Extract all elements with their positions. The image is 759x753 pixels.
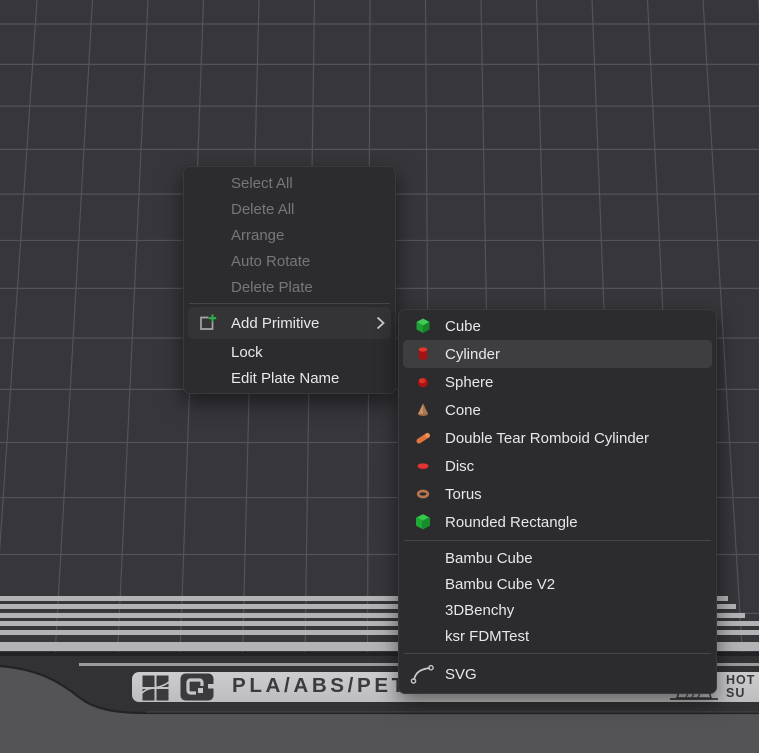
add-primitive-submenu: Cube Cylinder Sphere bbox=[398, 309, 717, 694]
submenu-item-3dbenchy[interactable]: 3DBenchy bbox=[399, 597, 716, 623]
submenu-item-disc[interactable]: Disc bbox=[399, 452, 716, 480]
menu-item-label: Add Primitive bbox=[231, 315, 319, 332]
submenu-item-label: Bambu Cube V2 bbox=[445, 576, 555, 593]
viewport-3d[interactable]: PLA/ABS/PETG HOT SU Select All Delete Al… bbox=[0, 0, 759, 753]
submenu-item-label: Sphere bbox=[445, 374, 493, 391]
menu-item-add-primitive[interactable]: Add Primitive bbox=[188, 307, 391, 339]
submenu-item-torus[interactable]: Torus bbox=[399, 480, 716, 508]
menu-item-delete-all[interactable]: Delete All bbox=[184, 196, 395, 222]
menu-item-label: Edit Plate Name bbox=[231, 370, 339, 387]
menu-item-label: Arrange bbox=[231, 227, 284, 244]
menu-item-label: Select All bbox=[231, 175, 293, 192]
submenu-item-bambu-cube[interactable]: Bambu Cube bbox=[399, 545, 716, 571]
chevron-right-icon bbox=[376, 316, 385, 330]
submenu-item-svg[interactable]: SVG bbox=[399, 658, 716, 690]
disc-icon bbox=[413, 457, 433, 475]
menu-separator bbox=[404, 653, 711, 654]
submenu-item-label: Cube bbox=[445, 318, 481, 335]
menu-item-select-all[interactable]: Select All bbox=[184, 170, 395, 196]
plate-badge-icon bbox=[180, 673, 214, 701]
hot-surface-warning-text: HOT SU bbox=[726, 674, 759, 700]
submenu-item-label: Disc bbox=[445, 458, 474, 475]
menu-item-delete-plate[interactable]: Delete Plate bbox=[184, 274, 395, 300]
menu-item-lock[interactable]: Lock bbox=[184, 339, 395, 365]
bezier-curve-icon bbox=[410, 664, 434, 685]
submenu-item-label: Cylinder bbox=[445, 346, 500, 363]
submenu-item-rounded-rectangle[interactable]: Rounded Rectangle bbox=[399, 508, 716, 536]
submenu-item-label: Bambu Cube bbox=[445, 550, 533, 567]
cube-icon bbox=[413, 317, 433, 335]
menu-item-label: Delete All bbox=[231, 201, 294, 218]
submenu-item-label: Cone bbox=[445, 402, 481, 419]
cylinder-icon bbox=[413, 345, 433, 363]
submenu-item-label: Torus bbox=[445, 486, 482, 503]
submenu-item-cylinder[interactable]: Cylinder bbox=[403, 340, 712, 368]
double-tear-romboid-cylinder-icon bbox=[413, 429, 433, 447]
submenu-item-label: Double Tear Romboid Cylinder bbox=[445, 430, 649, 447]
menu-item-auto-rotate[interactable]: Auto Rotate bbox=[184, 248, 395, 274]
submenu-item-ksr-fdmtest[interactable]: ksr FDMTest bbox=[399, 623, 716, 649]
menu-item-label: Lock bbox=[231, 344, 263, 361]
bambu-logo-icon bbox=[142, 675, 169, 701]
rounded-rectangle-icon bbox=[413, 513, 433, 531]
menu-item-label: Auto Rotate bbox=[231, 253, 310, 270]
submenu-item-label: Rounded Rectangle bbox=[445, 514, 578, 531]
menu-item-edit-plate-name[interactable]: Edit Plate Name bbox=[184, 365, 395, 391]
menu-separator bbox=[189, 303, 390, 304]
menu-separator bbox=[404, 540, 711, 541]
torus-icon bbox=[413, 485, 433, 503]
submenu-item-label: ksr FDMTest bbox=[445, 628, 529, 645]
submenu-item-double-tear-romboid-cylinder[interactable]: Double Tear Romboid Cylinder bbox=[399, 424, 716, 452]
menu-item-arrange[interactable]: Arrange bbox=[184, 222, 395, 248]
submenu-item-cone[interactable]: Cone bbox=[399, 396, 716, 424]
cone-icon bbox=[413, 401, 433, 419]
add-primitive-icon bbox=[197, 313, 231, 333]
menu-item-label: Delete Plate bbox=[231, 279, 313, 296]
submenu-item-cube[interactable]: Cube bbox=[399, 312, 716, 340]
submenu-item-label: 3DBenchy bbox=[445, 602, 514, 619]
submenu-item-sphere[interactable]: Sphere bbox=[399, 368, 716, 396]
sphere-icon bbox=[413, 373, 433, 391]
submenu-item-label: SVG bbox=[445, 666, 477, 683]
submenu-item-bambu-cube-v2[interactable]: Bambu Cube V2 bbox=[399, 571, 716, 597]
plate-context-menu: Select All Delete All Arrange Auto Rotat… bbox=[183, 166, 396, 394]
